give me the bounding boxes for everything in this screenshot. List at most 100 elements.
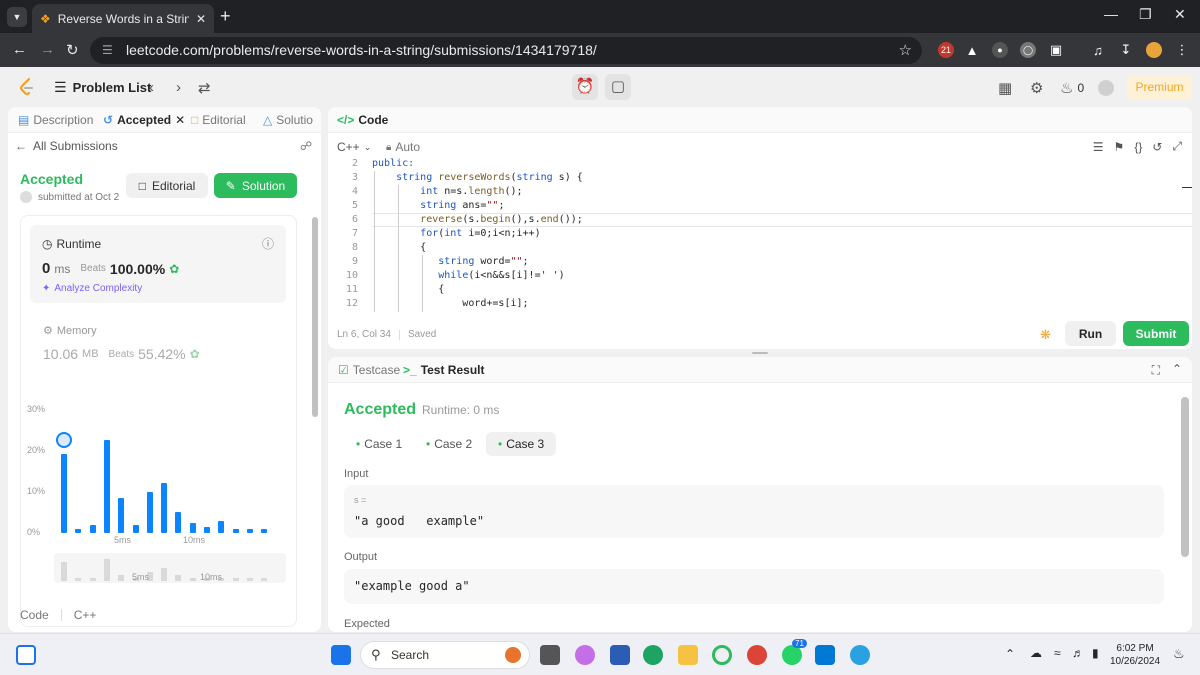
vscode-icon[interactable] xyxy=(815,645,835,665)
telegram-icon[interactable] xyxy=(850,645,870,665)
tab-search-icon[interactable]: ▼ xyxy=(7,7,27,27)
close-tab-accepted-icon[interactable]: ✕ xyxy=(175,113,185,127)
url-input[interactable]: ☰ leetcode.com/problems/reverse-words-in… xyxy=(90,37,922,64)
profile-avatar[interactable] xyxy=(1146,42,1162,58)
taskbar-clock[interactable]: 6:02 PM 10/26/2024 xyxy=(1110,642,1160,668)
minimize-icon[interactable]: — xyxy=(1104,6,1118,22)
bookmark-star-icon[interactable]: ☆ xyxy=(899,37,912,64)
share-link-icon[interactable]: ☍ xyxy=(300,139,312,153)
result-panel-scrollbar[interactable] xyxy=(1181,397,1189,557)
globe-icon[interactable]: ◯ xyxy=(1020,42,1036,58)
chart-bar[interactable] xyxy=(261,528,268,533)
tab-editorial[interactable]: □ Editorial xyxy=(191,113,246,127)
code-tab[interactable]: </> Code xyxy=(337,113,388,127)
code-line[interactable]: 6 reverse(s.begin(),s.end()); xyxy=(328,213,1192,227)
browser-tab[interactable]: ❖ Reverse Words in a String - LeetCode ✕ xyxy=(32,4,214,33)
fullscreen-icon[interactable]: ⛶ xyxy=(1152,363,1160,378)
left-panel-scrollbar[interactable] xyxy=(312,217,318,417)
chart-bar[interactable] xyxy=(232,528,239,533)
chart-bar[interactable] xyxy=(161,483,168,533)
tray-chevron-icon[interactable]: ⌃ xyxy=(1005,647,1015,661)
all-submissions-link[interactable]: ← All Submissions xyxy=(15,139,118,153)
restore-icon[interactable]: ❐ xyxy=(1139,6,1152,23)
chart-bar[interactable] xyxy=(246,528,253,533)
notification-bell-icon[interactable]: ♨ xyxy=(1173,646,1185,662)
code-line[interactable]: 3 string reverseWords(string s) { xyxy=(328,171,1192,185)
output-box[interactable]: "example good a" xyxy=(344,569,1164,604)
tab-accepted[interactable]: ↺ Accepted ✕ xyxy=(103,113,185,127)
chart-bar[interactable] xyxy=(103,440,110,533)
code-line[interactable]: 7 for(int i=0;i<n;i++) xyxy=(328,227,1192,241)
forward-icon[interactable]: → xyxy=(40,41,55,58)
notes-icon[interactable]: ▢ xyxy=(605,74,631,100)
tab-description[interactable]: ▤ Description xyxy=(18,113,93,127)
streak-counter[interactable]: ♨ 0 xyxy=(1060,79,1084,97)
problem-list-link[interactable]: ☰ Problem List xyxy=(54,79,151,96)
code-line[interactable]: 8 { xyxy=(328,241,1192,255)
range-selector[interactable]: 5ms 10ms xyxy=(54,553,286,583)
code-editor[interactable]: 2 public: 3 string reverseWords(string s) … xyxy=(328,157,1192,312)
expand-icon[interactable]: ⤢ xyxy=(1172,139,1182,154)
chart-bar[interactable] xyxy=(89,524,96,533)
solution-button[interactable]: ✎ Solution xyxy=(214,173,297,198)
info-icon[interactable]: ⓘ xyxy=(262,235,274,252)
media-icon[interactable]: ♫ xyxy=(1090,42,1106,58)
chart-bar[interactable] xyxy=(175,512,182,533)
chart-bar[interactable] xyxy=(204,526,210,533)
chart-bar[interactable] xyxy=(75,528,82,533)
chart-bar[interactable] xyxy=(146,491,153,533)
extension-triangle-icon[interactable]: ▲ xyxy=(964,42,980,58)
store-icon[interactable] xyxy=(610,645,630,665)
copilot-icon[interactable] xyxy=(575,645,595,665)
chrome-icon[interactable] xyxy=(747,645,767,665)
extension-badge-icon[interactable]: 21 xyxy=(938,42,954,58)
new-tab-icon[interactable]: + xyxy=(220,6,231,27)
reload-icon[interactable]: ↻ xyxy=(66,41,79,59)
taskbar-search-input[interactable]: ⚲ Search xyxy=(360,641,530,669)
language-select[interactable]: C++ ⌄ xyxy=(337,140,371,154)
bookmark-icon[interactable]: ⚑ xyxy=(1114,140,1125,154)
reset-icon[interactable]: ↺ xyxy=(1152,140,1162,154)
edge-icon[interactable] xyxy=(643,645,663,665)
tab-testcase[interactable]: ☑ Testcase xyxy=(338,363,400,377)
timer-icon[interactable]: ⏰ xyxy=(572,74,598,100)
extensions-puzzle-icon[interactable]: ▣ xyxy=(1048,42,1064,58)
input-box[interactable]: s = "a good example" xyxy=(344,485,1164,538)
tab-test-result[interactable]: >_ Test Result xyxy=(403,363,484,377)
memory-heading[interactable]: ⚙ Memory xyxy=(43,324,97,338)
code-line[interactable]: 12 word+=s[i]; xyxy=(328,297,1192,311)
prev-problem-icon[interactable]: ‹ xyxy=(149,79,154,96)
case-tab-3[interactable]: • Case 3 xyxy=(486,432,557,456)
windows-start-icon[interactable] xyxy=(331,645,351,665)
onedrive-icon[interactable]: ☁ xyxy=(1030,646,1042,660)
next-problem-icon[interactable]: › xyxy=(176,79,181,96)
chart-bar[interactable] xyxy=(189,522,196,533)
debug-icon[interactable]: ❋ xyxy=(1040,327,1051,343)
your-submission-marker[interactable] xyxy=(56,432,72,449)
code-line[interactable]: 2 public: xyxy=(328,157,1192,171)
site-info-icon[interactable]: ☰ xyxy=(102,37,113,64)
leetcode-logo-icon[interactable] xyxy=(18,77,34,97)
code-line[interactable]: 11 { xyxy=(328,283,1192,297)
close-window-icon[interactable]: ✕ xyxy=(1174,6,1186,23)
runtime-distribution-chart[interactable]: 30% 20% 10% 0% 5ms 10ms xyxy=(21,396,298,546)
code-line[interactable]: 10 while(i<n&&s[i]!=' ') xyxy=(328,269,1192,283)
collapse-icon[interactable]: ⌃ xyxy=(1172,362,1182,376)
braces-icon[interactable]: {} xyxy=(1134,140,1142,154)
chart-bar[interactable] xyxy=(218,521,225,533)
format-icon[interactable]: ☰ xyxy=(1093,140,1104,154)
task-view-icon[interactable] xyxy=(540,645,560,665)
panel-resize-handle[interactable] xyxy=(752,352,768,354)
runtime-card[interactable]: ◷ Runtime ⓘ 0 ms Beats 100.00% ✿ ✦ Analy… xyxy=(30,225,286,303)
chrome-menu-icon[interactable]: ⋮ xyxy=(1174,42,1190,58)
analyze-complexity-link[interactable]: ✦ Analyze Complexity xyxy=(42,283,142,294)
run-button[interactable]: Run xyxy=(1065,321,1116,346)
code-line[interactable]: 5 string ans=""; xyxy=(328,199,1192,213)
editorial-button[interactable]: □ Editorial xyxy=(126,173,208,198)
case-tab-2[interactable]: • Case 2 xyxy=(414,432,484,456)
tab-solutions[interactable]: △ Solutio xyxy=(263,113,313,127)
submit-button[interactable]: Submit xyxy=(1123,321,1189,346)
back-icon[interactable]: ← xyxy=(12,41,27,58)
volume-icon[interactable]: ♬ xyxy=(1072,646,1084,660)
extension-icon[interactable]: ● xyxy=(992,42,1008,58)
